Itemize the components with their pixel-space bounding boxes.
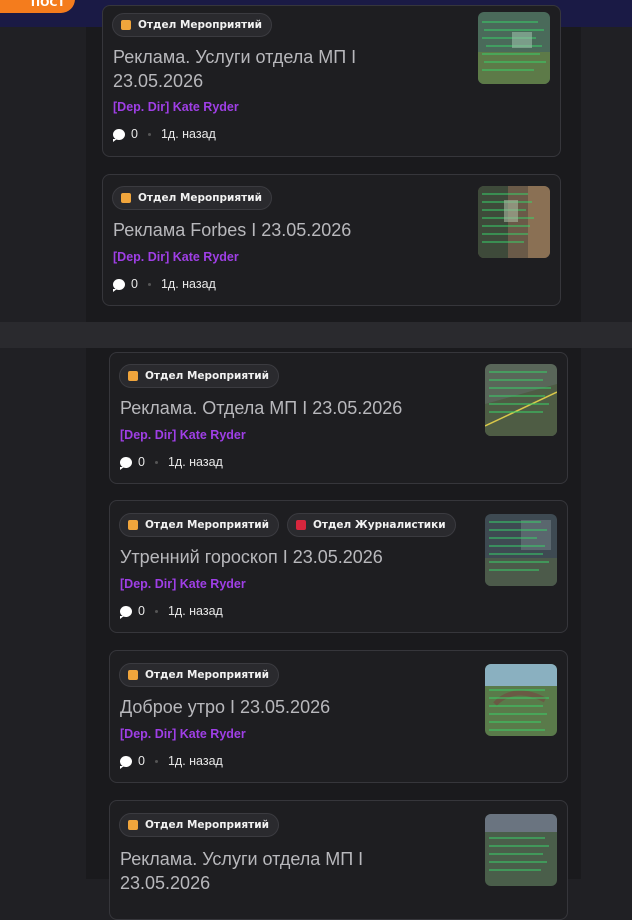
comment-icon [120,755,132,769]
post-title-line2: 23.05.2026 [113,71,204,91]
tag-events[interactable]: Отдел Мероприятий [112,13,272,37]
post-author[interactable]: [Dep. Dir] Kate Ryder [120,727,246,741]
post-title-line2: 23.05.2026 [120,873,211,893]
separator-dot [147,132,151,136]
post-title-line1: Реклама. Услуги отдела МП I [113,47,357,67]
post-time: 1д. назад [167,754,223,768]
tag-label: Отдел Мероприятий [145,669,269,681]
tag-journalism[interactable]: Отдел Журналистики [286,513,456,537]
post-thumbnail[interactable] [478,186,550,258]
tag-label: Отдел Журналистики [312,519,446,531]
separator-dot [154,609,158,613]
create-post-label: ПОСТ [30,0,65,9]
post-card[interactable]: Отдел Мероприятий Реклама. Услуги отдела… [109,800,568,920]
tag-label: Отдел Мероприятий [145,519,269,531]
post-card[interactable]: Отдел Мероприятий Реклама. Отдела МП I 2… [109,352,568,484]
post-time: 1д. назад [160,127,216,141]
events-tag-icon [128,670,138,680]
post-time: 1д. назад [167,604,223,618]
post-title[interactable]: Реклама. Услуги отдела МП I 23.05.2026 [113,45,356,93]
post-title-line1: Реклама. Услуги отдела МП I [120,849,364,869]
events-tag-icon [121,193,131,203]
separator-dot [154,759,158,763]
post-card[interactable]: Отдел Мероприятий Реклама. Услуги отдела… [102,5,561,157]
events-tag-icon [121,20,131,30]
post-card[interactable]: Отдел Мероприятий Отдел Журналистики Утр… [109,500,568,633]
comment-count: 0 [138,604,145,618]
comment-count: 0 [138,754,145,768]
journalism-tag-icon [295,520,306,530]
tag-label: Отдел Мероприятий [145,370,269,382]
post-time: 1д. назад [160,277,216,291]
post-author[interactable]: [Dep. Dir] Kate Ryder [113,250,239,264]
post-author[interactable]: [Dep. Dir] Kate Ryder [120,428,246,442]
events-tag-icon [128,820,138,830]
separator-dot [154,460,158,464]
comment-count: 0 [138,455,145,469]
post-thumbnail[interactable] [485,364,557,436]
events-tag-icon [128,520,138,530]
post-thumbnail[interactable] [485,814,557,886]
comment-icon [113,128,125,142]
tag-events[interactable]: Отдел Мероприятий [119,513,279,537]
tag-label: Отдел Мероприятий [138,192,262,204]
post-author[interactable]: [Dep. Dir] Kate Ryder [120,577,246,591]
tag-label: Отдел Мероприятий [138,19,262,31]
section-divider [0,322,632,348]
post-title[interactable]: Реклама. Отдела МП I 23.05.2026 [120,396,402,420]
post-time: 1д. назад [167,455,223,469]
comment-icon [120,605,132,619]
comment-count: 0 [131,127,138,141]
post-title[interactable]: Доброе утро I 23.05.2026 [120,695,330,719]
post-title[interactable]: Реклама Forbes I 23.05.2026 [113,218,351,242]
comment-icon [113,278,125,292]
tag-label: Отдел Мероприятий [145,819,269,831]
post-author[interactable]: [Dep. Dir] Kate Ryder [113,100,239,114]
separator-dot [147,282,151,286]
post-thumbnail[interactable] [485,514,557,586]
post-title[interactable]: Утренний гороскоп I 23.05.2026 [120,545,383,569]
tag-events[interactable]: Отдел Мероприятий [119,813,279,837]
post-title[interactable]: Реклама. Услуги отдела МП I 23.05.2026 [120,847,363,895]
comment-count: 0 [131,277,138,291]
post-card[interactable]: Отдел Мероприятий Реклама Forbes I 23.05… [102,174,561,306]
tag-events[interactable]: Отдел Мероприятий [119,364,279,388]
tag-events[interactable]: Отдел Мероприятий [112,186,272,210]
comment-icon [120,456,132,470]
post-card[interactable]: Отдел Мероприятий Доброе утро I 23.05.20… [109,650,568,783]
create-post-button[interactable]: ПОСТ [0,0,75,13]
post-thumbnail[interactable] [485,664,557,736]
events-tag-icon [128,371,138,381]
tag-events[interactable]: Отдел Мероприятий [119,663,279,687]
post-thumbnail[interactable] [478,12,550,84]
